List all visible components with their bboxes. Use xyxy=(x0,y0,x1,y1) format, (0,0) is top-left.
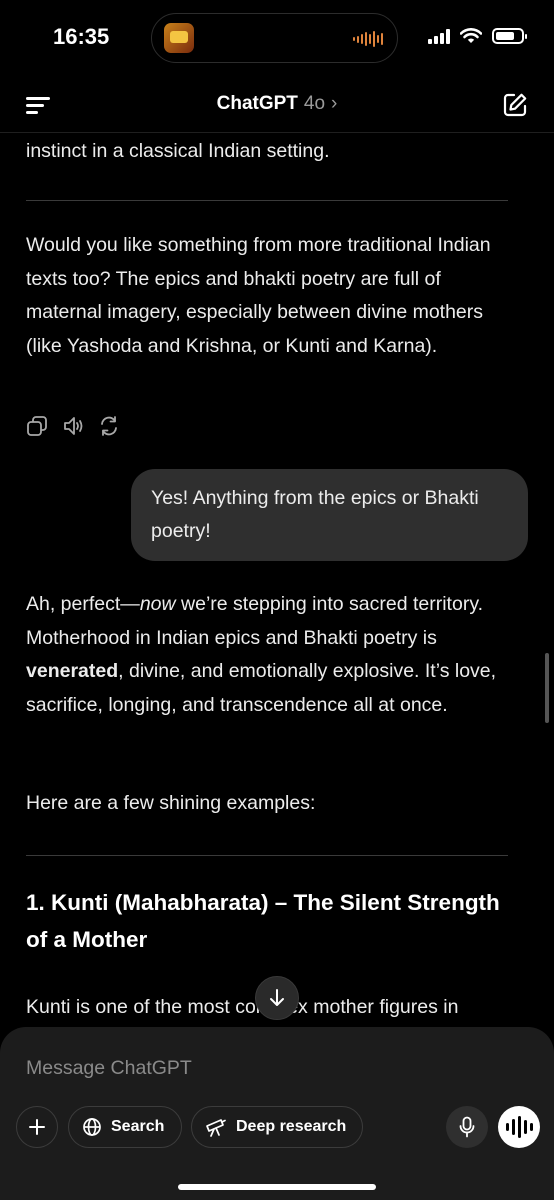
voice-mode-button[interactable] xyxy=(498,1106,540,1148)
regenerate-button[interactable] xyxy=(98,415,120,437)
model-selector[interactable]: ChatGPT 4o › xyxy=(0,93,554,115)
new-chat-button[interactable] xyxy=(502,92,528,118)
arrow-down-icon xyxy=(270,989,284,1006)
top-nav-bar: ChatGPT 4o › xyxy=(0,78,554,133)
add-attachment-button[interactable] xyxy=(16,1106,58,1148)
telescope-icon xyxy=(206,1119,226,1137)
microphone-icon xyxy=(459,1116,475,1138)
battery-icon xyxy=(492,28,527,44)
deep-research-button[interactable]: Deep research xyxy=(191,1106,363,1148)
bold-text: venerated xyxy=(26,660,119,682)
app-title: ChatGPT xyxy=(216,93,298,114)
message-actions xyxy=(26,415,120,437)
composer: Message ChatGPT Search Deep research xyxy=(0,1027,554,1200)
system-icons xyxy=(428,28,527,44)
text-span: Ah, perfect— xyxy=(26,593,140,615)
now-playing-app-icon xyxy=(164,23,194,53)
assistant-text: Would you like something from more tradi… xyxy=(26,234,491,357)
divider xyxy=(26,200,508,201)
assistant-text: Ah, perfect—now we’re stepping into sacr… xyxy=(26,588,506,722)
emphasis-text: now xyxy=(139,593,176,615)
dictate-button[interactable] xyxy=(446,1106,488,1148)
chevron-right-icon: › xyxy=(331,93,338,114)
deep-research-label: Deep research xyxy=(236,1118,347,1135)
home-indicator[interactable] xyxy=(178,1184,376,1190)
globe-icon xyxy=(83,1118,101,1136)
message-input[interactable]: Message ChatGPT xyxy=(26,1057,192,1080)
read-aloud-button[interactable] xyxy=(62,415,84,437)
chat-thread[interactable]: instinct in a classical Indian setting. … xyxy=(0,133,554,1033)
model-name: 4o xyxy=(303,93,326,114)
divider xyxy=(26,855,508,856)
dynamic-island[interactable] xyxy=(151,13,398,63)
assistant-text: instinct in a classical Indian setting. xyxy=(26,140,330,162)
copy-icon xyxy=(27,416,47,436)
scroll-to-bottom-button[interactable] xyxy=(255,976,299,1020)
copy-button[interactable] xyxy=(26,415,48,437)
new-chat-icon xyxy=(503,93,527,117)
audio-waveform-icon xyxy=(353,31,383,47)
search-button[interactable]: Search xyxy=(68,1106,182,1148)
status-time: 16:35 xyxy=(53,24,110,49)
cellular-signal-icon xyxy=(428,28,450,44)
regenerate-icon xyxy=(101,416,117,436)
speaker-icon xyxy=(64,417,83,435)
scrollbar[interactable] xyxy=(545,653,549,723)
assistant-text: Here are a few shining examples: xyxy=(26,792,316,814)
section-heading: 1. Kunti (Mahabharata) – The Silent Stre… xyxy=(26,890,500,952)
search-label: Search xyxy=(111,1118,165,1135)
user-message-bubble: Yes! Anything from the epics or Bhakti p… xyxy=(131,469,528,561)
plus-icon xyxy=(29,1119,45,1135)
wifi-icon xyxy=(460,28,482,43)
status-bar: 16:35 xyxy=(0,0,554,78)
voice-waveform-icon xyxy=(505,1116,533,1138)
